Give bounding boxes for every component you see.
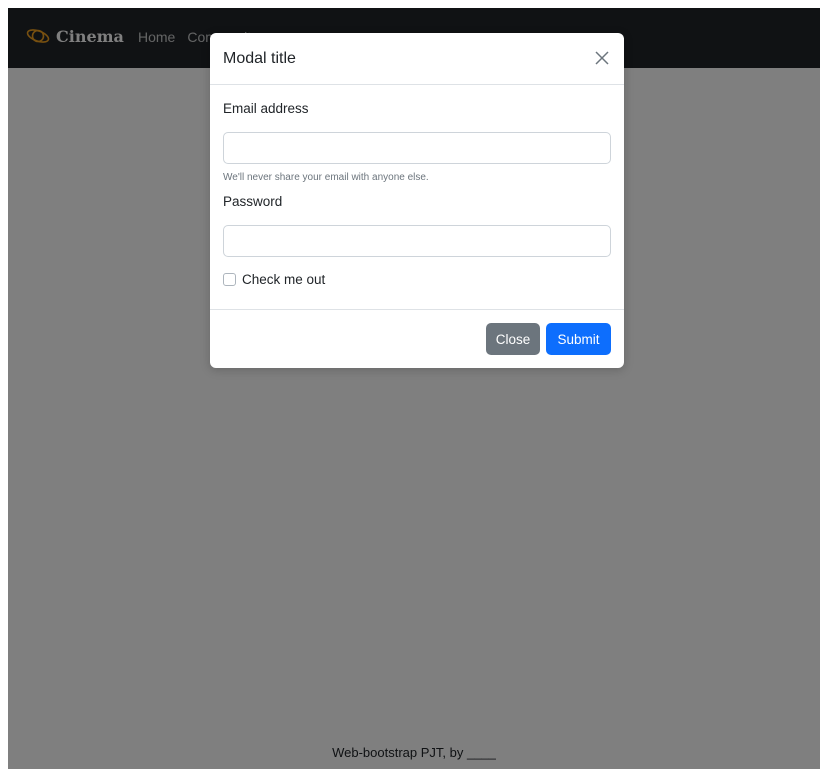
modal-footer: Close Submit bbox=[210, 309, 624, 368]
email-help-text: We'll never share your email with anyone… bbox=[223, 172, 429, 183]
password-field[interactable] bbox=[223, 225, 611, 257]
page: Cinema Home Community Web-bootstrap PJT,… bbox=[8, 8, 820, 769]
email-field[interactable] bbox=[223, 132, 611, 164]
check-me-out-checkbox[interactable] bbox=[223, 273, 236, 286]
modal-header: Modal title bbox=[210, 33, 624, 85]
check-me-out-label: Check me out bbox=[242, 272, 326, 287]
close-button[interactable]: Close bbox=[486, 323, 540, 355]
check-row[interactable]: Check me out bbox=[223, 272, 325, 287]
submit-button[interactable]: Submit bbox=[546, 323, 611, 355]
password-label: Password bbox=[223, 194, 283, 209]
close-icon[interactable] bbox=[593, 49, 611, 67]
email-label: Email address bbox=[223, 101, 309, 116]
modal-dialog: Modal title Email address We'll never sh… bbox=[210, 33, 624, 368]
modal-title: Modal title bbox=[223, 50, 296, 67]
